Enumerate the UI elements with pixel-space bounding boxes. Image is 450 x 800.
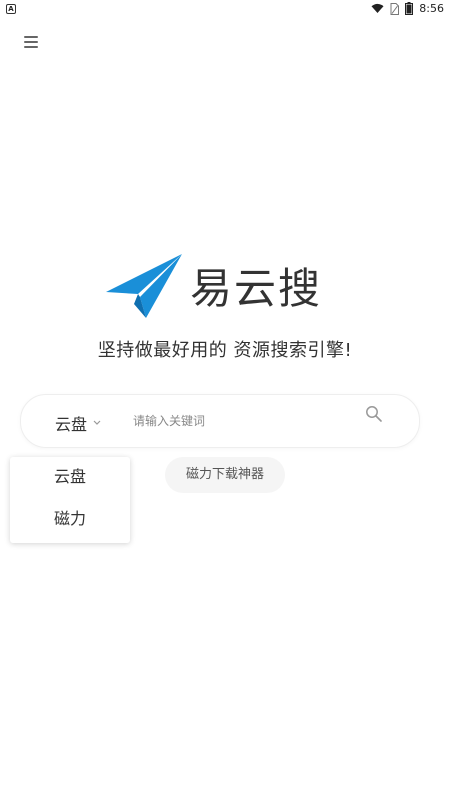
- wifi-icon: [371, 3, 384, 13]
- status-bar: A 8:56: [0, 0, 450, 20]
- search-input[interactable]: [133, 411, 343, 431]
- sim-icon: [390, 2, 400, 15]
- app-notification-icon: A: [6, 4, 16, 14]
- paper-plane-logo-icon: [106, 254, 182, 318]
- search-type-dropdown: 云盘 磁力: [10, 457, 130, 543]
- search-type-select[interactable]: 云盘: [55, 411, 101, 435]
- slogan: 坚持做最好用的 资源搜索引擎!: [97, 340, 353, 361]
- dropdown-option-magnet[interactable]: 磁力: [54, 505, 86, 529]
- magnet-download-tool-chip[interactable]: 磁力下载神器: [165, 457, 285, 493]
- clock: 8:56: [419, 2, 444, 15]
- status-icons: 8:56: [371, 2, 444, 15]
- menu-line: [24, 46, 38, 48]
- search-type-label: 云盘: [55, 415, 88, 434]
- dropdown-option-cloud[interactable]: 云盘: [54, 463, 86, 487]
- app-logo-text: 易云搜: [190, 264, 323, 313]
- hamburger-menu-icon[interactable]: [24, 36, 38, 50]
- search-bar: 云盘: [20, 394, 420, 448]
- chevron-down-icon: [93, 420, 101, 425]
- menu-line: [24, 36, 38, 38]
- menu-line: [24, 41, 38, 43]
- battery-icon: [405, 2, 414, 15]
- search-icon[interactable]: [365, 405, 383, 423]
